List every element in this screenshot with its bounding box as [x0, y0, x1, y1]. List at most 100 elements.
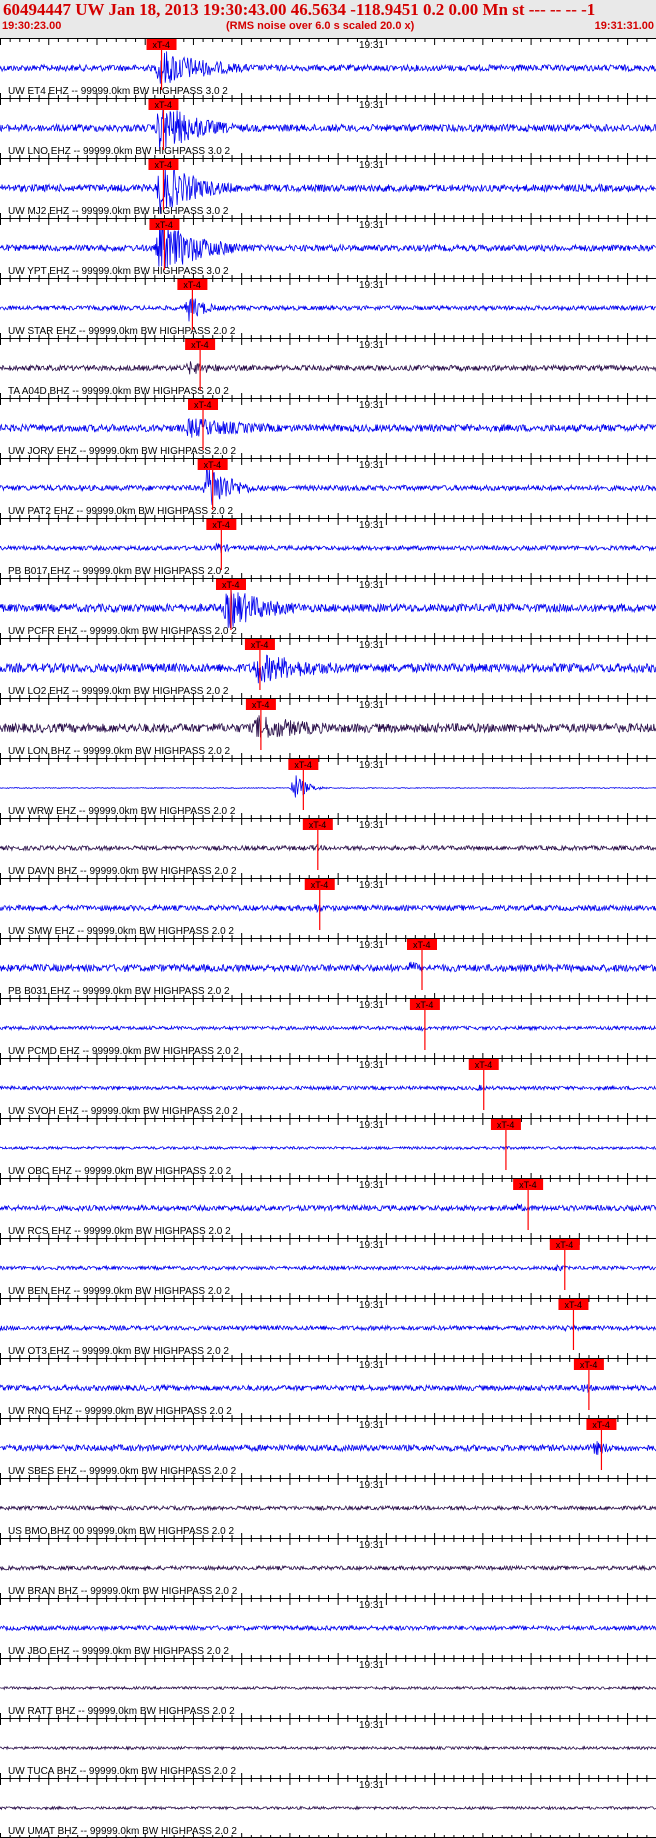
station-label: UW RCS EHZ -- 99999.0km BW HIGHPASS 2.0 … — [8, 1226, 231, 1237]
trace-row: 19:31 UW SVOH EHZ -- 99999.0km BW HIGHPAS… — [0, 1058, 656, 1118]
trace-row: 19:31 UW ET4 EHZ -- 99999.0km BW HIGHPASS… — [0, 38, 656, 98]
station-label: TA A04D BHZ -- 99999.0km BW HIGHPASS 2.0… — [8, 386, 229, 397]
station-label: UW PCMD EHZ -- 99999.0km BW HIGHPASS 2.0… — [8, 1046, 239, 1057]
pick-label: xT-4 — [155, 220, 173, 230]
minute-label: 19:31 — [359, 1180, 384, 1191]
minute-label: 19:31 — [359, 1240, 384, 1251]
pick-label: xT-4 — [416, 1000, 434, 1010]
station-label: UW MJ2 EHZ -- 99999.0km BW HIGHPASS 3.0 … — [8, 206, 229, 217]
trace-row: 19:31 TA A04D BHZ -- 99999.0km BW HIGHPAS… — [0, 338, 656, 398]
minute-label: 19:31 — [359, 220, 384, 231]
waveform — [0, 1564, 656, 1572]
station-label: UW JORV EHZ -- 99999.0km BW HIGHPASS 2.0… — [8, 446, 236, 457]
pick-label: xT-4 — [294, 760, 312, 770]
station-label: UW PCFR EHZ -- 99999.0km BW HIGHPASS 2.0… — [8, 626, 237, 637]
minute-label: 19:31 — [359, 100, 384, 111]
station-label: UW LNO EHZ -- 99999.0km BW HIGHPASS 3.0 … — [8, 146, 231, 157]
pick-label: xT-4 — [564, 1300, 582, 1310]
station-label: PB B017 EHZ -- 99999.0km BW HIGHPASS 2.0… — [8, 566, 230, 577]
pick-label: xT-4 — [191, 340, 209, 350]
minute-label: 19:31 — [359, 1420, 384, 1431]
minute-label: 19:31 — [359, 1360, 384, 1371]
trace-row: 19:31 UW YPT EHZ -- 99999.0km BW HIGHPASS… — [0, 218, 656, 278]
pick-label: xT-4 — [154, 100, 172, 110]
pick-label: xT-4 — [222, 580, 240, 590]
minute-label: 19:31 — [359, 700, 384, 711]
station-label: UW YPT EHZ -- 99999.0km BW HIGHPASS 3.0 … — [8, 266, 229, 277]
minute-label: 19:31 — [359, 880, 384, 891]
pick-label: xT-4 — [194, 400, 212, 410]
end-time: 19:31:31.00 — [594, 20, 654, 32]
pick-label: xT-4 — [309, 820, 327, 830]
station-label: UW ET4 EHZ -- 99999.0km BW HIGHPASS 3.0 … — [8, 86, 228, 97]
trace-row: 19:31 UW PCMD EHZ -- 99999.0km BW HIGHPAS… — [0, 998, 656, 1058]
waveform — [0, 297, 656, 322]
waveform — [0, 417, 656, 438]
minute-label: 19:31 — [359, 1300, 384, 1311]
waveform — [0, 1324, 656, 1333]
trace-row: 19:31 UW RCS EHZ -- 99999.0km BW HIGHPASS… — [0, 1178, 656, 1238]
waveform — [0, 1504, 656, 1512]
trace-row: 19:31 US BMO BHZ 00 99999.0km BW HIGHPASS… — [0, 1478, 656, 1538]
trace-row: 19:31 UW SMW EHZ -- 99999.0km BW HIGHPASS… — [0, 878, 656, 938]
waveform — [0, 775, 656, 798]
trace-row: 19:31 UW OBC EHZ -- 99999.0km BW HIGHPASS… — [0, 1118, 656, 1178]
minute-label: 19:31 — [359, 460, 384, 471]
trace-row: 19:31 UW LO2 EHZ -- 99999.0km BW HIGHPASS… — [0, 638, 656, 698]
waveform — [0, 903, 656, 914]
station-label: PB B031 EHZ -- 99999.0km BW HIGHPASS 2.0… — [8, 986, 230, 997]
minute-label: 19:31 — [359, 820, 384, 831]
trace-row: 19:31 UW TUCA BHZ -- 99999.0km BW HIGHPAS… — [0, 1718, 656, 1778]
minute-label: 19:31 — [359, 340, 384, 351]
trace-row: 19:31 UW RATT BHZ -- 99999.0km BW HIGHPAS… — [0, 1658, 656, 1718]
trace-row: 19:31 UW LON BHZ -- 99999.0km BW HIGHPASS… — [0, 698, 656, 758]
minute-label: 19:31 — [359, 940, 384, 951]
trace-row: 19:31 PB B017 EHZ -- 99999.0km BW HIGHPAS… — [0, 518, 656, 578]
pick-label: xT-4 — [311, 880, 329, 890]
seismogram-plot: 19:31 UW ET4 EHZ -- 99999.0km BW HIGHPASS… — [0, 38, 656, 1838]
waveform — [0, 1024, 656, 1032]
station-label: UW BRAN BHZ -- 99999.0km BW HIGHPASS 2.0… — [8, 1586, 238, 1597]
pick-label: xT-4 — [251, 640, 269, 650]
waveform — [0, 1745, 656, 1751]
station-label: UW DAVN BHZ -- 99999.0km BW HIGHPASS 2.0… — [8, 866, 237, 877]
waveform — [0, 844, 656, 852]
minute-label: 19:31 — [359, 160, 384, 171]
waveform — [0, 1203, 656, 1213]
pick-label: xT-4 — [556, 1240, 574, 1250]
minute-label: 19:31 — [359, 1660, 384, 1671]
station-label: UW LO2 EHZ -- 99999.0km BW HIGHPASS 2.0 … — [8, 686, 229, 697]
waveform — [0, 1685, 656, 1691]
waveform — [0, 361, 656, 375]
waveform — [0, 1145, 656, 1151]
minute-label: 19:31 — [359, 400, 384, 411]
station-label: UW LON BHZ -- 99999.0km BW HIGHPASS 2.0 … — [8, 746, 231, 757]
minute-label: 19:31 — [359, 1120, 384, 1131]
station-label: UW STAR EHZ -- 99999.0km BW HIGHPASS 2.0… — [8, 326, 236, 337]
trace-row: 19:31 UW JORV EHZ -- 99999.0km BW HIGHPAS… — [0, 398, 656, 458]
minute-label: 19:31 — [359, 520, 384, 531]
pick-label: xT-4 — [153, 40, 171, 50]
trace-row: 19:31 PB B031 EHZ -- 99999.0km BW HIGHPAS… — [0, 938, 656, 998]
station-label: UW SVOH EHZ -- 99999.0km BW HIGHPASS 2.0… — [8, 1106, 238, 1117]
minute-label: 19:31 — [359, 1720, 384, 1731]
minute-label: 19:31 — [359, 580, 384, 591]
trace-row: 19:31 UW PCFR EHZ -- 99999.0km BW HIGHPAS… — [0, 578, 656, 638]
waveform — [0, 51, 656, 84]
station-label: UW OT3 EHZ -- 99999.0km BW HIGHPASS 2.0 … — [8, 1346, 229, 1357]
waveform — [0, 468, 656, 505]
station-label: UW TUCA BHZ -- 99999.0km BW HIGHPASS 2.0… — [8, 1766, 236, 1777]
trace-row: 19:31 UW JBO EHZ -- 99999.0km BW HIGHPASS… — [0, 1598, 656, 1658]
pick-label: xT-4 — [413, 940, 431, 950]
pick-label: xT-4 — [212, 520, 230, 530]
event-title: 60494447 UW Jan 18, 2013 19:30:43.00 46.… — [3, 0, 596, 19]
pick-label: xT-4 — [475, 1060, 493, 1070]
minute-label: 19:31 — [359, 1060, 384, 1071]
waveform — [0, 961, 656, 974]
station-label: UW JBO EHZ -- 99999.0km BW HIGHPASS 2.0 … — [8, 1646, 229, 1657]
minute-label: 19:31 — [359, 280, 384, 291]
station-label: UW SMW EHZ -- 99999.0km BW HIGHPASS 2.0 … — [8, 926, 234, 937]
trace-row: 19:31 UW SBES EHZ -- 99999.0km BW HIGHPAS… — [0, 1418, 656, 1478]
waveform — [0, 1441, 656, 1455]
waveform — [0, 1624, 656, 1632]
